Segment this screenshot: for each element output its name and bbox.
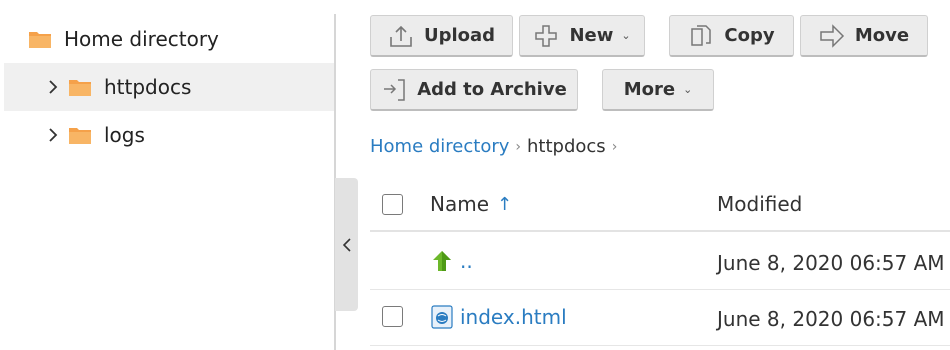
chevron-down-icon: ⌄ bbox=[683, 83, 693, 96]
modified-date: June 8, 2020 06:57 AM bbox=[717, 251, 945, 275]
upload-button[interactable]: Upload bbox=[370, 15, 513, 57]
plus-icon bbox=[533, 23, 559, 49]
table-row: index.html June 8, 2020 06:57 AM bbox=[370, 290, 950, 346]
folder-icon bbox=[69, 128, 91, 144]
breadcrumb-separator: › bbox=[611, 138, 618, 155]
more-button[interactable]: More ⌄ bbox=[602, 69, 714, 111]
chevron-right-icon[interactable] bbox=[46, 128, 60, 142]
upload-label: Upload bbox=[423, 25, 496, 46]
arrow-right-icon bbox=[819, 23, 845, 49]
upload-icon bbox=[388, 23, 414, 49]
collapse-sidebar-button[interactable] bbox=[335, 178, 358, 311]
html-file-icon bbox=[430, 305, 454, 329]
file-table-header: Name ↑ Modified bbox=[370, 178, 950, 232]
copy-label: Copy bbox=[724, 25, 775, 46]
archive-icon bbox=[381, 77, 407, 103]
modified-date: June 8, 2020 06:57 AM bbox=[717, 307, 945, 331]
column-header-name[interactable]: Name ↑ bbox=[430, 192, 512, 216]
more-label: More bbox=[623, 79, 676, 100]
folder-icon bbox=[69, 80, 91, 96]
new-button[interactable]: New ⌄ bbox=[519, 15, 645, 57]
move-label: Move bbox=[854, 25, 910, 46]
chevron-down-icon: ⌄ bbox=[621, 29, 631, 42]
breadcrumb-current: httpdocs bbox=[527, 136, 606, 157]
chevron-right-icon[interactable] bbox=[46, 80, 60, 94]
copy-button[interactable]: Copy bbox=[669, 15, 794, 57]
folder-icon bbox=[29, 32, 51, 48]
column-header-modified[interactable]: Modified bbox=[717, 192, 802, 216]
chevron-left-icon bbox=[342, 237, 351, 252]
breadcrumb: Home directory › httpdocs › bbox=[370, 136, 623, 157]
up-arrow-icon bbox=[430, 249, 454, 273]
move-button[interactable]: Move bbox=[800, 15, 928, 57]
tree-item-home-directory[interactable]: Home directory bbox=[4, 15, 334, 63]
tree-item-label: httpdocs bbox=[104, 75, 192, 99]
tree-item-label: Home directory bbox=[64, 27, 219, 51]
row-checkbox[interactable] bbox=[382, 306, 403, 327]
table-row: .. June 8, 2020 06:57 AM bbox=[370, 234, 950, 290]
tree-item-httpdocs[interactable]: httpdocs bbox=[4, 63, 334, 111]
sort-ascending-icon: ↑ bbox=[497, 193, 513, 215]
parent-directory-link[interactable]: .. bbox=[430, 249, 473, 273]
select-all-checkbox[interactable] bbox=[382, 194, 403, 215]
file-link[interactable]: index.html bbox=[430, 305, 567, 329]
new-label: New bbox=[569, 25, 614, 46]
copy-icon bbox=[688, 23, 714, 49]
breadcrumb-home-link[interactable]: Home directory bbox=[370, 136, 509, 157]
tree-item-logs[interactable]: logs bbox=[4, 111, 334, 159]
file-name: index.html bbox=[460, 305, 567, 329]
tree-item-label: logs bbox=[104, 123, 145, 147]
folder-tree: Home directory httpdocs logs bbox=[0, 0, 334, 350]
add-to-archive-label: Add to Archive bbox=[417, 79, 567, 100]
add-to-archive-button[interactable]: Add to Archive bbox=[370, 69, 578, 111]
breadcrumb-separator: › bbox=[515, 138, 522, 155]
column-name-label: Name bbox=[430, 192, 490, 216]
file-name: .. bbox=[460, 249, 473, 273]
